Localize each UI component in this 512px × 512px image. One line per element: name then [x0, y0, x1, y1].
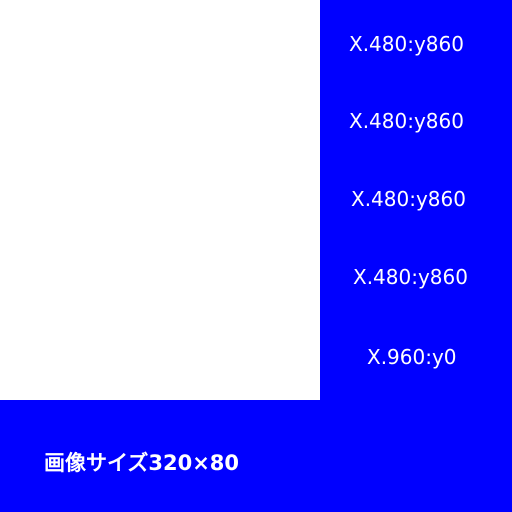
- screen-root: { "colors": { "background_blue": "#0000f…: [0, 0, 512, 512]
- coordinate-label-1: X.480:y860: [349, 32, 464, 56]
- coordinate-label-2: X.480:y860: [349, 109, 464, 133]
- coordinate-label-5: X.960:y0: [367, 345, 457, 369]
- coordinate-label-3: X.480:y860: [351, 187, 466, 211]
- white-image-area: [0, 0, 320, 400]
- coordinate-label-4: X.480:y860: [353, 265, 468, 289]
- image-size-caption: 画像サイズ320×80: [44, 451, 240, 475]
